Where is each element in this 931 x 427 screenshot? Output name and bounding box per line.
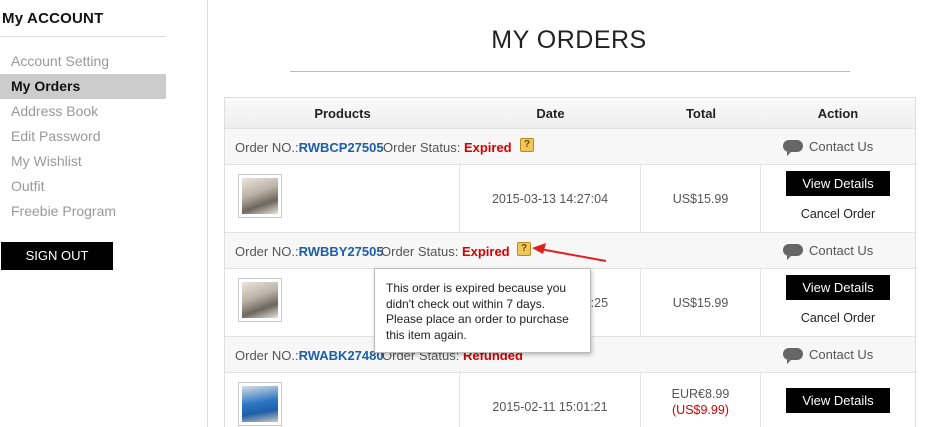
contact-us-label: Contact Us (809, 347, 874, 362)
sidebar-nav: Account Setting My Orders Address Book E… (0, 49, 166, 224)
product-thumbnail[interactable] (238, 278, 282, 322)
sidebar-item-freebie-program[interactable]: Freebie Program (0, 199, 166, 224)
column-header-action: Action (817, 106, 859, 121)
order-total: US$15.99 (672, 192, 729, 206)
chat-bubble-icon (783, 244, 803, 260)
order-no-label: Order NO.: (235, 140, 299, 155)
order-status-label: Order Status: (383, 140, 461, 155)
question-icon[interactable]: ? (520, 138, 534, 152)
sidebar-item-edit-password[interactable]: Edit Password (0, 124, 166, 149)
contact-us-link[interactable]: Contact Us (783, 139, 874, 156)
product-image (242, 386, 278, 422)
column-header-total: Total (685, 106, 717, 121)
order-item-row: 2015-03-13 14:27:04 US$15.99 View Detail… (225, 165, 915, 233)
view-details-button[interactable]: View Details (786, 171, 890, 196)
chat-bubble-icon (783, 140, 803, 156)
column-header-products: Products (314, 106, 371, 121)
expired-tooltip: This order is expired because you didn't… (374, 268, 591, 353)
view-details-button[interactable]: View Details (786, 275, 890, 300)
contact-us-label: Contact Us (809, 139, 874, 154)
table-header: Products Date Total Action (225, 98, 915, 129)
sidebar-item-my-wishlist[interactable]: My Wishlist (0, 149, 166, 174)
order-date: 2015-03-13 14:27:04 (491, 192, 609, 206)
question-icon[interactable]: ? (517, 242, 531, 256)
sidebar-title: My ACCOUNT (2, 10, 104, 27)
account-sidebar: My ACCOUNT Account Setting My Orders Add… (0, 0, 167, 427)
order-status-value: Expired (461, 244, 510, 259)
sign-out-button[interactable]: SIGN OUT (1, 242, 113, 270)
product-image (242, 178, 278, 214)
contact-us-link[interactable]: Contact Us (783, 347, 874, 364)
view-details-button[interactable]: View Details (786, 388, 890, 413)
order-total-converted: (US$9.99) (672, 403, 729, 417)
cancel-order-link[interactable]: Cancel Order (761, 311, 915, 325)
product-image (242, 282, 278, 318)
arrow-head (532, 243, 546, 254)
arrow-shaft (539, 248, 607, 262)
order-date: 2015-02-11 15:01:21 (492, 400, 608, 414)
order-status-label: Order Status: (381, 244, 459, 259)
contact-us-link[interactable]: Contact Us (783, 243, 874, 260)
sidebar-divider (0, 36, 166, 37)
order-no-label: Order NO.: (235, 244, 299, 259)
orders-panel: MY ORDERS Products Date Total Action Ord… (207, 0, 931, 427)
chat-bubble-icon (783, 348, 803, 364)
product-thumbnail[interactable] (238, 174, 282, 218)
title-divider (290, 71, 850, 72)
order-number-link[interactable]: RWABK27480 (299, 348, 384, 363)
product-thumbnail[interactable] (238, 382, 282, 426)
order-no-label: Order NO.: (235, 348, 299, 363)
order-item-row: 2015-02-11 15:01:21 EUR€8.99 (US$9.99) V… (225, 373, 915, 427)
sidebar-item-account-setting[interactable]: Account Setting (0, 49, 166, 74)
order-status-value: Expired (463, 140, 512, 155)
cancel-order-link[interactable]: Cancel Order (761, 207, 915, 221)
sidebar-item-my-orders[interactable]: My Orders (0, 74, 166, 99)
page-title: MY ORDERS (491, 26, 647, 54)
contact-us-label: Contact Us (809, 243, 874, 258)
order-header-row: Order NO.:RWBCP27505 Order Status: Expir… (225, 129, 915, 165)
column-header-date: Date (536, 106, 565, 121)
red-arrow-annotation (532, 243, 607, 262)
order-number-link[interactable]: RWBCP27505 (299, 140, 384, 155)
sidebar-item-outfit[interactable]: Outfit (0, 174, 166, 199)
order-total: EUR€8.99 (671, 387, 730, 401)
sidebar-item-address-book[interactable]: Address Book (0, 99, 166, 124)
order-number-link[interactable]: RWBBY27505 (299, 244, 384, 259)
order-total: US$15.99 (672, 296, 729, 310)
